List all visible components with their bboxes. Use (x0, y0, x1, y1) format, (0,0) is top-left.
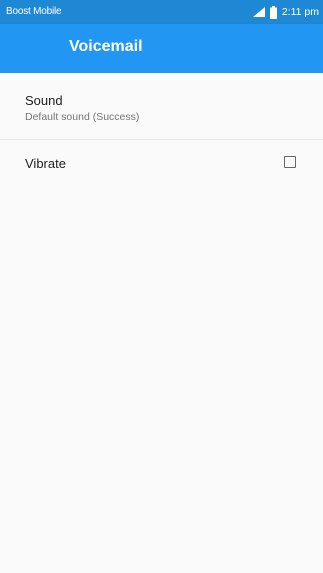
vibrate-checkbox[interactable] (284, 156, 296, 168)
page-title: Voicemail (69, 38, 143, 55)
vibrate-preference[interactable]: Vibrate (0, 140, 323, 188)
signal-icon (252, 7, 265, 17)
status-icons: 2:11 pm (252, 4, 319, 20)
sound-summary: Default sound (Success) (25, 111, 140, 123)
carrier-name: Boost Mobile (6, 6, 62, 17)
sound-preference[interactable]: Sound Default sound (Success) (0, 73, 323, 139)
preferences-list: Sound Default sound (Success) Vibrate (0, 73, 323, 573)
vibrate-title: Vibrate (25, 156, 66, 171)
battery-icon (269, 5, 277, 19)
clock-time: 2:11 pm (281, 6, 319, 18)
app-bar: Voicemail (0, 24, 323, 73)
sound-title: Sound (25, 93, 63, 108)
status-bar: Boost Mobile 2:11 pm (0, 0, 323, 24)
